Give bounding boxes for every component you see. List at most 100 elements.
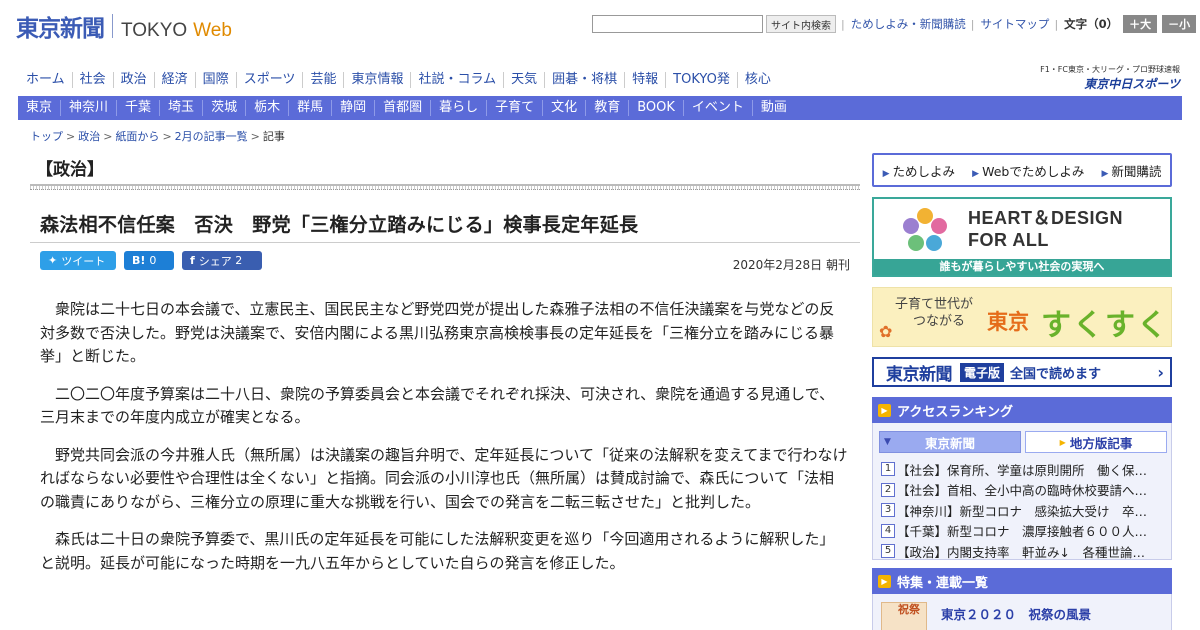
social-buttons: ✦ ツイート B! 0 f シェア 2 [40, 251, 262, 270]
tab-local-edition[interactable]: 地方版記事 [1025, 431, 1167, 453]
nav-economy[interactable]: 経済 [155, 72, 196, 88]
ranking-list: 1 【社会】保育所、学童は原則開所 働く保… 2 【社会】首相、全小中高の臨時休校要… [881, 459, 1166, 562]
triangle-right-icon: ▶ [882, 168, 890, 179]
site-search-input[interactable] [592, 15, 763, 33]
denshi-text: 全国で読めます [1010, 366, 1102, 382]
facebook-share-button[interactable]: f シェア 2 [182, 251, 262, 270]
region-metro[interactable]: 首都圏 [375, 100, 432, 116]
features-header: ▶ 特集・連載一覧 [872, 568, 1172, 594]
section-label: 【政治】 [36, 160, 104, 180]
tokyo-sukusuku-banner[interactable]: 子育て世代が つながる ✿ 東京 すくすく [872, 287, 1172, 347]
trial-label: ためしよみ [892, 163, 955, 179]
region-education[interactable]: 教育 [586, 100, 630, 116]
nav-sports[interactable]: スポーツ [237, 72, 304, 88]
region-chiba[interactable]: 千葉 [117, 100, 161, 116]
chunichi-sports-link[interactable]: F1・FC東京・大リーグ・プロ野球速報 東京中日スポーツ [1020, 64, 1180, 92]
logo-en: TOKYO [121, 20, 188, 41]
tab-tokyo-shimbun[interactable]: 東京新聞 [879, 431, 1021, 453]
breadcrumb-print[interactable]: 紙面から [115, 130, 159, 143]
flower-icon: ✿ [879, 322, 893, 341]
nav-society[interactable]: 社会 [73, 72, 114, 88]
site-logo[interactable]: 東京新聞 TOKYO Web [16, 9, 232, 43]
twitter-bird-icon: ✦ [48, 254, 58, 267]
nav-tokyo-hatsu[interactable]: TOKYO発 [666, 72, 738, 88]
site-search-button[interactable]: サイト内検索 [766, 15, 836, 33]
divider: | [970, 17, 975, 31]
feature-thumbnail[interactable]: 祝祭 [881, 602, 927, 630]
article-date: 2020年2月28日 朝刊 [732, 258, 850, 272]
rank-number: 5 [881, 544, 895, 559]
ranking-item[interactable]: 4 【千葉】新型コロナ 濃厚接触者６００人… [881, 521, 1166, 542]
nav-international[interactable]: 国際 [196, 72, 237, 88]
breadcrumb-sep: > [103, 130, 113, 143]
region-shizuoka[interactable]: 静岡 [332, 100, 376, 116]
breadcrumb-month-list[interactable]: 2月の記事一覧 [175, 130, 248, 143]
breadcrumb-current: 記事 [262, 130, 285, 143]
nav-weather[interactable]: 天気 [504, 72, 546, 88]
nav-entertainment[interactable]: 芸能 [303, 72, 345, 88]
subscribe-link[interactable]: ▶ 新聞購読 [1101, 161, 1161, 180]
heart-design-title: HEART＆DESIGN FOR ALL [968, 207, 1123, 251]
hatena-bookmark-button[interactable]: B! 0 [124, 251, 174, 270]
features-panel: 祝祭 東京２０２０ 祝祭の風景 [872, 594, 1172, 630]
heart-design-banner[interactable]: HEART＆DESIGN FOR ALL 誰もが暮らしやすい社会の実現へ [872, 197, 1172, 277]
chunichi-logo: 東京中日スポーツ [1084, 77, 1180, 91]
rank-text: 【社会】保育所、学童は原則開所 働く保… [897, 462, 1148, 478]
breadcrumb-politics[interactable]: 政治 [78, 130, 100, 143]
tweet-button[interactable]: ✦ ツイート [40, 251, 116, 270]
suku-title: すくすく [1041, 308, 1169, 343]
facebook-icon: f [190, 254, 195, 267]
sitemap-link[interactable]: サイトマップ [980, 16, 1049, 32]
trial-link[interactable]: ▶ ためしよみ [883, 161, 955, 180]
region-tochigi[interactable]: 栃木 [246, 100, 290, 116]
nav-home[interactable]: ホーム [18, 72, 73, 88]
region-culture[interactable]: 文化 [543, 100, 587, 116]
features-title: 特集・連載一覧 [897, 575, 989, 591]
region-video[interactable]: 動画 [753, 100, 795, 116]
ranking-item[interactable]: 5 【政治】内閣支持率 軒並み↓ 各種世論… [881, 541, 1166, 562]
ranking-item[interactable]: 3 【神奈川】新型コロナ 感染拡大受け 卒… [881, 500, 1166, 521]
region-parenting[interactable]: 子育て [487, 100, 544, 116]
region-tokyo[interactable]: 東京 [18, 100, 62, 116]
region-kanagawa[interactable]: 神奈川 [61, 100, 118, 116]
flower-logo-icon [903, 208, 947, 251]
region-event[interactable]: イベント [684, 100, 753, 116]
article-paragraph: 二〇二〇年度予算案は二十八日、衆院の予算委員会と本会議でそれぞれ採決、可決され、… [40, 384, 835, 427]
text-size-down-button[interactable]: －小 [1162, 15, 1197, 33]
feature-link[interactable]: 東京２０２０ 祝祭の風景 [941, 604, 1091, 623]
nav-kakushin[interactable]: 核心 [738, 72, 778, 88]
divider: | [1054, 17, 1059, 31]
web-trial-link[interactable]: ▶ Webでためしよみ [972, 161, 1084, 180]
article-headline: 森法相不信任案 否決 野党「三権分立踏みにじる」検事長定年延長 [40, 214, 639, 236]
region-saitama[interactable]: 埼玉 [160, 100, 204, 116]
ranking-item[interactable]: 1 【社会】保育所、学童は原則開所 働く保… [881, 459, 1166, 480]
nav-tokuho[interactable]: 特報 [625, 72, 667, 88]
digital-edition-banner[interactable]: 東京新聞 電子版 全国で読めます › [872, 357, 1172, 387]
tweet-label: ツイート [61, 254, 106, 268]
rank-text: 【社会】首相、全小中高の臨時休校要請へ… [897, 483, 1148, 499]
region-ibaraki[interactable]: 茨城 [203, 100, 247, 116]
rank-number: 4 [881, 523, 895, 538]
logo-jp: 東京新聞 [16, 15, 105, 42]
nav-editorial[interactable]: 社説・コラム [411, 72, 505, 88]
nav-politics[interactable]: 政治 [114, 72, 155, 88]
rank-number: 3 [881, 503, 895, 518]
chevron-right-icon: › [1157, 362, 1164, 382]
section-divider [30, 184, 860, 190]
divider: | [841, 17, 845, 31]
breadcrumb-top[interactable]: トップ [30, 130, 63, 143]
suku-caption-2: つながる [913, 314, 966, 329]
region-gunma[interactable]: 群馬 [289, 100, 333, 116]
text-size-label: 文字（0） [1064, 17, 1119, 31]
text-size-up-button[interactable]: ＋大 [1123, 15, 1158, 33]
region-living[interactable]: 暮らし [431, 100, 488, 116]
nav-tokyo-info[interactable]: 東京情報 [344, 72, 412, 88]
ranking-item[interactable]: 2 【社会】首相、全小中高の臨時休校要請へ… [881, 480, 1166, 501]
site-header: 東京新聞 TOKYO Web サイト内検索 | ためしよみ・新聞購読 | サイト… [0, 0, 1200, 50]
top-tools: サイト内検索 | ためしよみ・新聞購読 | サイトマップ | 文字（0） ＋大 … [592, 14, 1197, 34]
nav-go-shogi[interactable]: 囲碁・将棋 [545, 72, 626, 88]
trial-subscribe-link[interactable]: ためしよみ・新聞購読 [851, 16, 966, 32]
region-book[interactable]: BOOK [629, 100, 684, 116]
logo-web: Web [193, 20, 232, 41]
ranking-tabs: 東京新聞 地方版記事 [879, 431, 1167, 453]
